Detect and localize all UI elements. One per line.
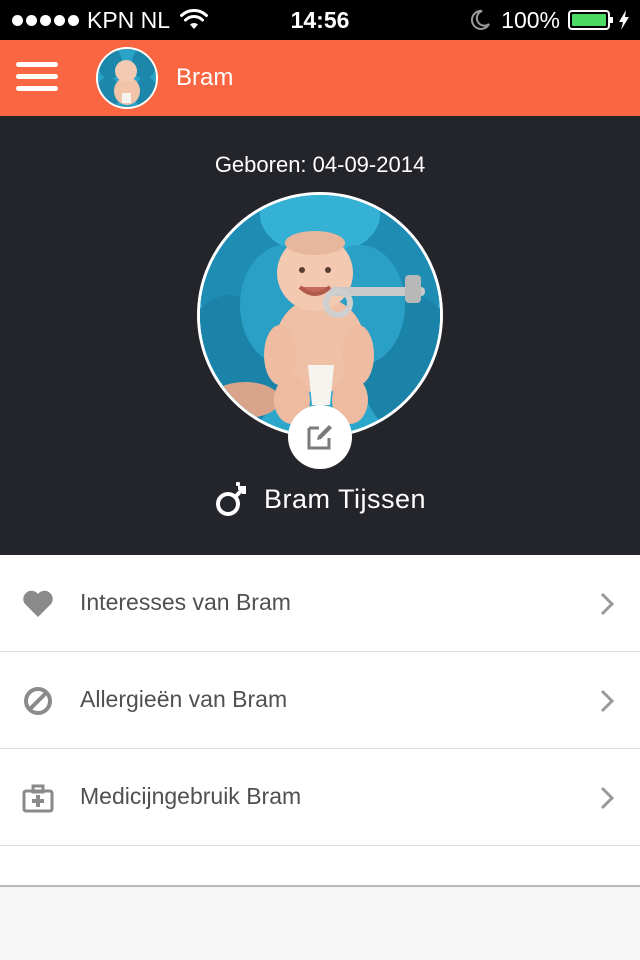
charging-icon (619, 10, 629, 30)
ban-icon (24, 687, 52, 715)
profile-panel: Geboren: 04-09-2014 Bram Tijssen (0, 116, 640, 555)
baby-photo-thumbnail (98, 49, 156, 107)
battery-percentage: 100% (501, 7, 560, 33)
status-bar: KPN NL 14:56 100% (0, 0, 640, 40)
chevron-right-icon (600, 786, 614, 810)
birth-date: Geboren: 04-09-2014 (214, 152, 426, 177)
header-title: Bram (176, 64, 234, 91)
status-right: 100% (469, 7, 630, 33)
baby-photo (200, 195, 440, 435)
list-item-allergies[interactable]: Allergieën van Bram (0, 652, 640, 749)
medkit-icon (22, 784, 54, 813)
list-divider (0, 885, 640, 887)
profile-menu-list: Interesses van Bram Allergieën van Bram … (0, 555, 640, 887)
app-header: Bram (0, 40, 640, 116)
profile-photo (197, 192, 443, 438)
list-spacer (0, 846, 640, 885)
menu-bar-icon (16, 62, 58, 67)
list-item-interests[interactable]: Interesses van Bram (0, 555, 640, 652)
male-female-icon (215, 482, 246, 516)
chevron-right-icon (600, 689, 614, 713)
app-screen: KPN NL 14:56 100% Bram Geboren: 04-09-20… (0, 0, 640, 960)
list-item-label: Interesses van Bram (80, 589, 291, 615)
menu-bar-icon (16, 74, 58, 79)
edit-photo-button[interactable] (288, 405, 352, 469)
profile-name: Bram Tijssen (263, 484, 427, 514)
list-item-label: Medicijngebruik Bram (80, 783, 302, 809)
profile-name-row: Bram Tijssen (0, 480, 640, 518)
battery-icon (568, 10, 613, 30)
header-avatar[interactable] (96, 47, 158, 109)
moon-icon (471, 9, 491, 30)
list-item-medication[interactable]: Medicijngebruik Bram (0, 749, 640, 846)
edit-icon (307, 425, 332, 450)
heart-icon (23, 590, 53, 617)
list-item-label: Allergieën van Bram (80, 686, 288, 712)
menu-bar-icon (16, 86, 58, 91)
hamburger-menu-button[interactable] (16, 62, 58, 94)
chevron-right-icon (600, 592, 614, 616)
